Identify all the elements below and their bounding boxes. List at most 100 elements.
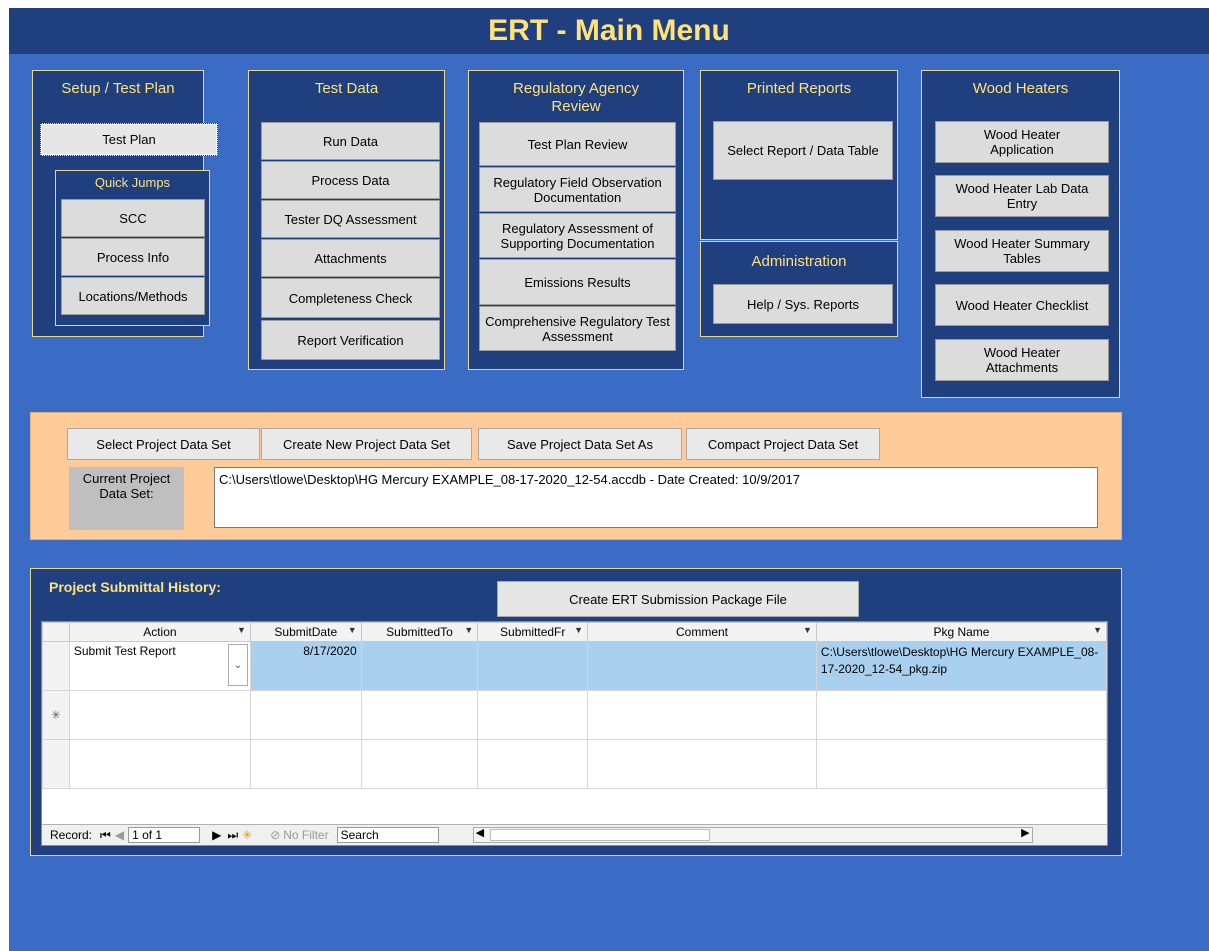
save-project-as-button[interactable]: Save Project Data Set As — [478, 428, 682, 460]
empty-cell[interactable] — [477, 690, 589, 740]
first-record-icon[interactable]: ⏮ — [100, 828, 111, 843]
run-data-button[interactable]: Run Data — [261, 122, 440, 160]
wood-heater-attachments-button[interactable]: Wood Heater Attachments — [935, 339, 1109, 381]
column-submitted-from[interactable]: SubmittedFr ▼ — [477, 622, 589, 642]
row-selector[interactable] — [42, 641, 70, 691]
regulatory-title: Regulatory Agency Review — [513, 80, 639, 115]
wood-heaters-title: Wood Heaters — [972, 80, 1069, 97]
comment-cell[interactable] — [587, 641, 817, 691]
current-project-field[interactable]: C:\Users\tlowe\Desktop\HG Mercury EXAMPL… — [214, 467, 1098, 528]
pkg-name-cell[interactable]: C:\Users\tlowe\Desktop\HG Mercury EXAMPL… — [815, 641, 1107, 691]
chevron-down-icon[interactable]: ▼ — [574, 625, 583, 635]
chevron-down-icon[interactable]: ▼ — [348, 625, 357, 635]
new-record-row[interactable]: ✳ — [42, 690, 1107, 740]
scroll-left-icon[interactable]: ◀ — [476, 826, 484, 839]
printed-reports-panel: Printed Reports Select Report / Data Tab… — [700, 70, 898, 240]
combo-dropdown-icon[interactable]: ⌄ — [227, 644, 248, 686]
wood-heater-application-button[interactable]: Wood Heater Application — [935, 121, 1109, 163]
test-plan-review-button[interactable]: Test Plan Review — [479, 122, 676, 166]
select-project-button[interactable]: Select Project Data Set — [67, 428, 260, 460]
tester-dq-button[interactable]: Tester DQ Assessment — [261, 200, 440, 238]
project-data-set-bar: Select Project Data Set Create New Proje… — [30, 412, 1122, 540]
emissions-results-button[interactable]: Emissions Results — [479, 259, 676, 305]
test-data-title: Test Data — [314, 80, 379, 97]
field-observation-button[interactable]: Regulatory Field Observation Documentati… — [479, 167, 676, 212]
new-record-icon: ✳ — [42, 690, 70, 740]
select-report-button[interactable]: Select Report / Data Table — [713, 121, 893, 180]
administration-panel: Administration Help / Sys. Reports — [700, 241, 898, 337]
create-project-button[interactable]: Create New Project Data Set — [261, 428, 472, 460]
column-submitted-to[interactable]: SubmittedTo ▼ — [360, 622, 479, 642]
empty-cell — [249, 739, 362, 789]
row-selector-header[interactable] — [42, 622, 70, 642]
empty-cell[interactable] — [249, 690, 362, 740]
current-project-label: Current Project Data Set: — [69, 467, 184, 530]
test-plan-button[interactable]: Test Plan — [40, 123, 218, 156]
blank-row — [42, 739, 1107, 789]
next-record-icon[interactable]: ▶ — [212, 828, 221, 842]
chevron-down-icon[interactable]: ▼ — [1093, 625, 1102, 635]
submittal-grid: Action ▼ SubmitDate ▼ SubmittedTo ▼ Submitt… — [41, 621, 1108, 846]
quick-jumps-panel: Quick Jumps SCC Process Info Locations/M… — [55, 170, 210, 326]
window-title: ERT - Main Menu — [9, 8, 1209, 54]
submittal-history-panel: Project Submittal History: Create ERT Su… — [30, 568, 1122, 856]
new-record-icon[interactable]: ✳ — [242, 828, 252, 842]
search-input[interactable]: Search — [336, 827, 439, 843]
column-action[interactable]: Action ▼ — [68, 622, 251, 642]
completeness-check-button[interactable]: Completeness Check — [261, 278, 440, 318]
column-submit-date[interactable]: SubmitDate ▼ — [249, 622, 362, 642]
empty-cell — [68, 739, 251, 789]
submittal-history-title: Project Submittal History: — [49, 579, 221, 595]
test-data-panel: Test Data Run Data Process Data Tester D… — [248, 70, 445, 370]
administration-title: Administration — [751, 253, 847, 270]
compact-project-button[interactable]: Compact Project Data Set — [686, 428, 880, 460]
empty-cell — [587, 739, 817, 789]
wood-heaters-panel: Wood Heaters Wood Heater Application Woo… — [921, 70, 1120, 398]
submit-date-cell[interactable]: 8/17/2020 — [249, 641, 362, 691]
printed-reports-title: Printed Reports — [746, 80, 852, 97]
empty-cell[interactable] — [587, 690, 817, 740]
filter-icon: ⊘ — [270, 828, 281, 842]
horizontal-scrollbar[interactable]: ◀ ▶ — [472, 826, 1033, 843]
record-navigation-bar: Record: ⏮ ◀ 1 of 1 ▶ ⏭ ✳ ⊘ No Filter Sea… — [42, 824, 1107, 845]
submitted-to-cell[interactable] — [360, 641, 479, 691]
scc-button[interactable]: SCC — [61, 199, 205, 237]
wood-heater-summary-button[interactable]: Wood Heater Summary Tables — [935, 230, 1109, 272]
process-info-button[interactable]: Process Info — [61, 238, 205, 276]
setup-panel-title: Setup / Test Plan — [61, 80, 175, 97]
chevron-down-icon[interactable]: ▼ — [803, 625, 812, 635]
empty-cell — [360, 739, 479, 789]
chevron-down-icon[interactable]: ▼ — [464, 625, 473, 635]
regulatory-panel: Regulatory Agency Review Test Plan Revie… — [468, 70, 684, 370]
scroll-right-icon[interactable]: ▶ — [1021, 826, 1029, 839]
no-filter-label[interactable]: No Filter — [283, 828, 328, 842]
submitted-from-cell[interactable] — [477, 641, 589, 691]
empty-cell[interactable] — [815, 690, 1107, 740]
action-value: Submit Test Report — [73, 644, 176, 658]
table-row[interactable]: Submit Test Report ⌄ 8/17/2020 C:\Users\… — [42, 641, 1107, 691]
regulatory-assessment-button[interactable]: Regulatory Assessment of Supporting Docu… — [479, 213, 676, 258]
column-pkg-name[interactable]: Pkg Name ▼ — [815, 622, 1107, 642]
report-verification-button[interactable]: Report Verification — [261, 320, 440, 360]
empty-cell[interactable] — [360, 690, 479, 740]
attachments-button[interactable]: Attachments — [261, 239, 440, 277]
create-package-button[interactable]: Create ERT Submission Package File — [497, 581, 859, 617]
wood-heater-lab-button[interactable]: Wood Heater Lab Data Entry — [935, 175, 1109, 217]
empty-cell[interactable] — [68, 690, 251, 740]
submittal-table: Action ▼ SubmitDate ▼ SubmittedTo ▼ Submitt… — [42, 622, 1107, 789]
record-number-field[interactable]: 1 of 1 — [128, 827, 201, 843]
help-sys-reports-button[interactable]: Help / Sys. Reports — [713, 284, 893, 324]
main-menu-window: ERT - Main Menu Setup / Test Plan Test P… — [9, 8, 1209, 951]
wood-heater-checklist-button[interactable]: Wood Heater Checklist — [935, 284, 1109, 326]
row-selector — [42, 739, 70, 789]
previous-record-icon[interactable]: ◀ — [115, 828, 124, 842]
column-comment[interactable]: Comment ▼ — [587, 622, 817, 642]
scroll-thumb[interactable] — [489, 829, 710, 841]
locations-methods-button[interactable]: Locations/Methods — [61, 277, 205, 315]
action-cell[interactable]: Submit Test Report ⌄ — [68, 641, 251, 691]
comprehensive-assessment-button[interactable]: Comprehensive Regulatory Test Assessment — [479, 306, 676, 351]
chevron-down-icon[interactable]: ▼ — [237, 625, 246, 635]
quick-jumps-title: Quick Jumps — [94, 175, 171, 190]
process-data-button[interactable]: Process Data — [261, 161, 440, 199]
last-record-icon[interactable]: ⏭ — [227, 828, 238, 843]
